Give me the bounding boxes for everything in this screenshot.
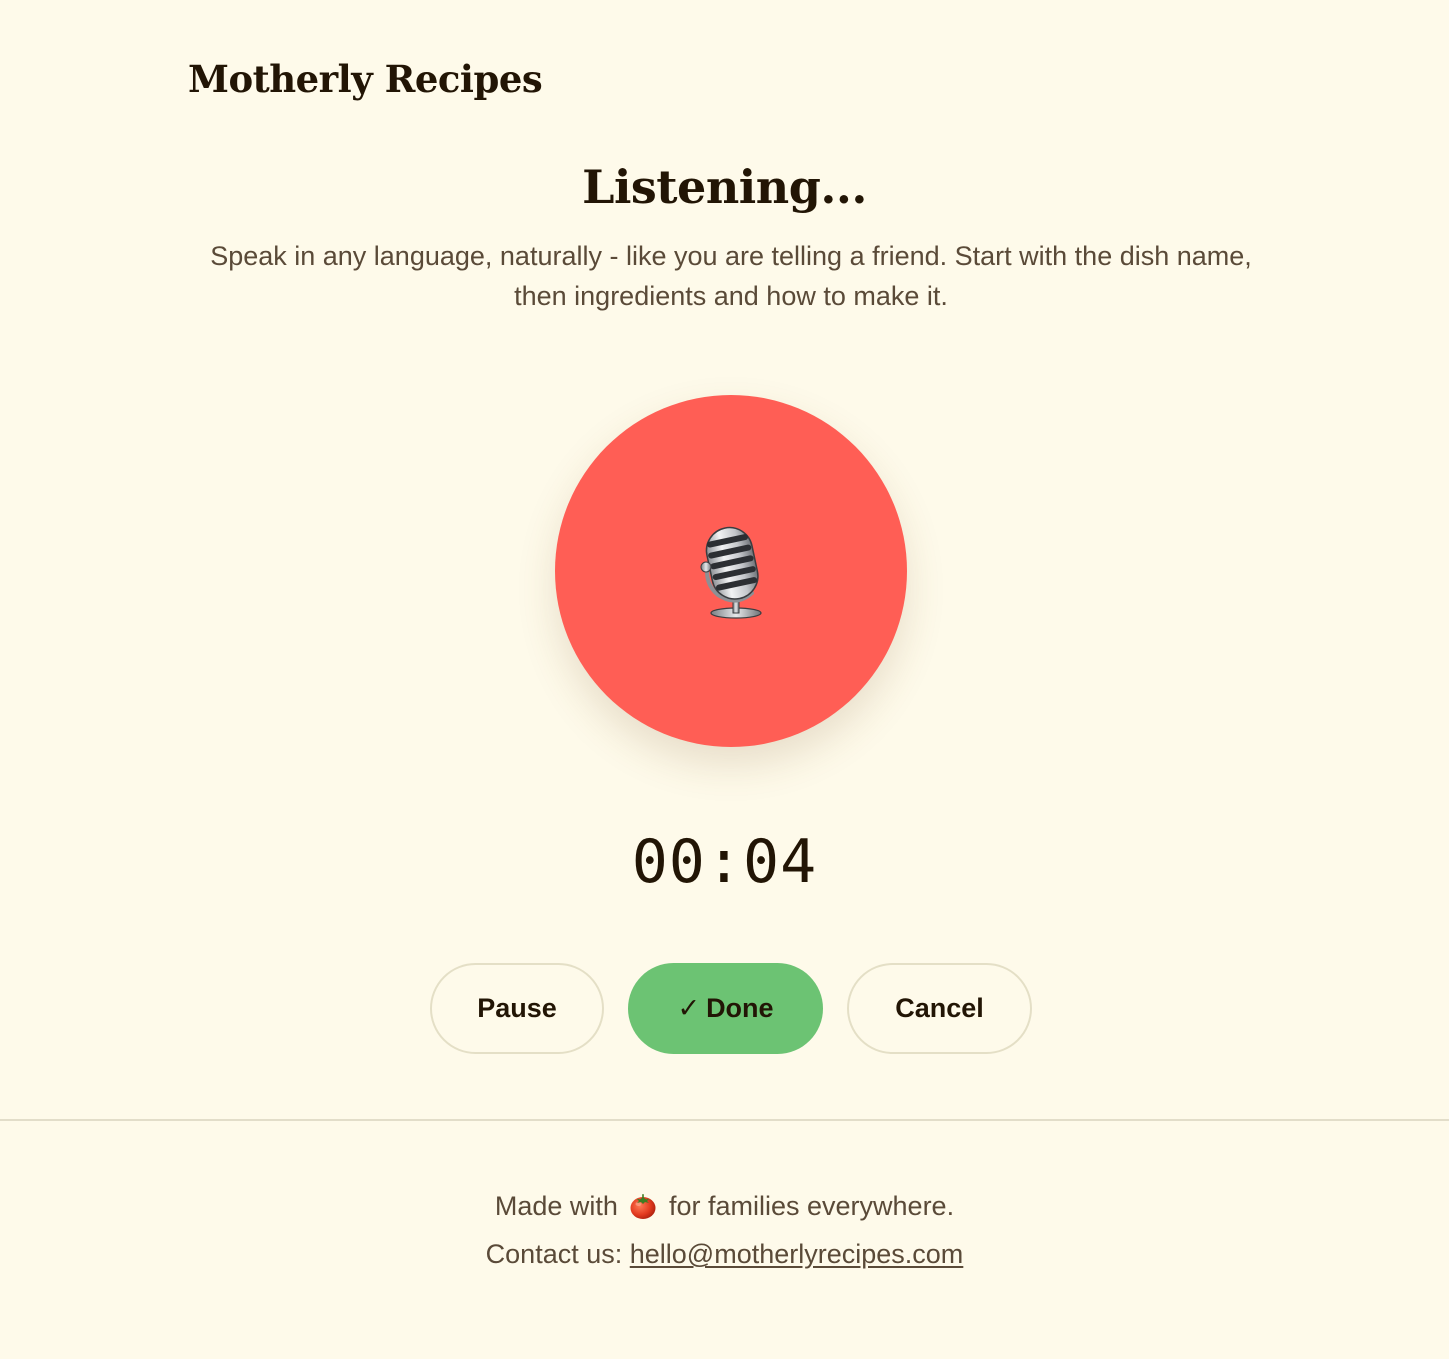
- instructions-text: Speak in any language, naturally - like …: [210, 241, 1252, 311]
- cancel-button-label: Cancel: [895, 993, 984, 1023]
- page-title: Listening...: [582, 160, 867, 214]
- footer-made-with: Made with for families everywhere.: [0, 1186, 1449, 1226]
- contact-email-link[interactable]: hello@motherlyrecipes.com: [630, 1239, 964, 1269]
- footer-made-suffix: for families everywhere.: [668, 1191, 955, 1221]
- tomato-icon: [630, 1194, 656, 1219]
- footer-made-prefix: Made with: [494, 1191, 618, 1221]
- contact-label: Contact us:: [485, 1239, 623, 1269]
- done-button[interactable]: ✓ Done: [628, 963, 823, 1054]
- recording-timer: 00:04: [631, 827, 818, 897]
- check-icon: ✓: [677, 993, 701, 1023]
- done-button-label: Done: [706, 993, 774, 1023]
- microphone-icon: [700, 526, 762, 619]
- pause-button[interactable]: Pause: [430, 963, 604, 1054]
- footer-divider: [0, 1119, 1449, 1121]
- brand-logo[interactable]: Motherly Recipes: [188, 52, 543, 106]
- footer-contact: Contact us: hello@motherlyrecipes.com: [0, 1234, 1449, 1274]
- record-button[interactable]: [555, 395, 907, 747]
- cancel-button[interactable]: Cancel: [847, 963, 1032, 1054]
- pause-button-label: Pause: [477, 993, 557, 1023]
